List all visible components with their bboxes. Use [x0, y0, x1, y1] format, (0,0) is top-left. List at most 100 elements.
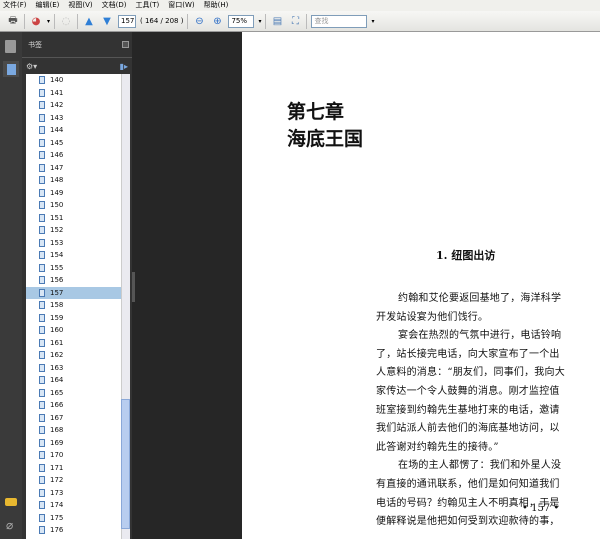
scrollbar-thumb[interactable]	[121, 399, 130, 529]
menu-edit[interactable]: 编辑(E)	[36, 0, 60, 11]
splitter-handle[interactable]	[132, 272, 135, 302]
bookmark-item[interactable]: 172	[26, 474, 130, 487]
bookmark-item[interactable]: 147	[26, 162, 130, 175]
bookmark-label: 169	[50, 438, 64, 447]
bookmark-item[interactable]: 176	[26, 524, 130, 537]
bookmark-label: 151	[50, 213, 64, 222]
collaborate-icon[interactable]: ◌	[59, 14, 73, 28]
bookmark-item[interactable]: 146	[26, 149, 130, 162]
bookmark-label: 166	[50, 401, 64, 410]
bookmark-icon	[39, 463, 45, 472]
bookmark-item[interactable]: 171	[26, 462, 130, 475]
bookmark-item[interactable]: 156	[26, 274, 130, 287]
bookmark-item[interactable]: 151	[26, 212, 130, 225]
bookmark-item[interactable]: 175	[26, 512, 130, 525]
options-gear-icon[interactable]: ⚙▾	[26, 62, 37, 71]
bookmark-icon	[39, 513, 45, 522]
body-text-line: 此答谢对约翰先生的接待。”	[376, 441, 499, 453]
menu-help[interactable]: 帮助(H)	[204, 0, 229, 11]
bookmark-item[interactable]: 155	[26, 262, 130, 275]
toolbar: 🖶 ◕ ▾ ◌ ▲ ▼ 157 ( 164 / 208 ) ⊖ ⊕ 75% ▾ ▤ …	[0, 11, 600, 32]
menu-window[interactable]: 窗口(W)	[168, 0, 194, 11]
zoom-select[interactable]: 75%	[228, 14, 255, 28]
bookmark-item[interactable]: 144	[26, 124, 130, 137]
scrollbar[interactable]	[121, 74, 130, 539]
page-number-input[interactable]: 157	[118, 14, 137, 28]
bookmark-label: 160	[50, 326, 64, 335]
bookmark-icon	[39, 476, 45, 485]
bookmark-item[interactable]: 143	[26, 112, 130, 125]
print-icon[interactable]: 🖶	[6, 14, 20, 28]
bookmark-item[interactable]: 149	[26, 187, 130, 200]
bookmark-item[interactable]: 148	[26, 174, 130, 187]
menu-bar: 文件(F) 编辑(E) 视图(V) 文档(D) 工具(T) 窗口(W) 帮助(H…	[0, 0, 600, 11]
bookmark-item[interactable]: 169	[26, 437, 130, 450]
body-text-line: 便解释说是他把如何受到欢迎款待的事，	[376, 516, 560, 528]
bookmark-item[interactable]: 145	[26, 137, 130, 150]
chevron-down-icon[interactable]: ▾	[371, 18, 374, 25]
bookmarks-icon[interactable]	[3, 61, 19, 77]
bookmark-item[interactable]: 164	[26, 374, 130, 387]
panel-options-button[interactable]	[122, 41, 129, 48]
bookmark-icon	[39, 338, 45, 347]
bookmark-item[interactable]: 170	[26, 449, 130, 462]
previous-page-icon[interactable]: ▲	[82, 14, 96, 28]
bookmark-item[interactable]: 158	[26, 299, 130, 312]
body-text-line: 开发站设宴为他们饯行。	[376, 311, 489, 323]
full-screen-icon[interactable]: ⛶	[288, 14, 302, 28]
divider	[54, 13, 56, 29]
bookmark-item[interactable]: 166	[26, 399, 130, 412]
bookmark-icon	[39, 526, 45, 535]
menu-view[interactable]: 视图(V)	[68, 0, 92, 11]
bookmark-label: 144	[50, 126, 64, 135]
next-page-icon[interactable]: ▼	[100, 14, 114, 28]
bookmark-item[interactable]: 162	[26, 349, 130, 362]
comments-icon[interactable]	[5, 498, 17, 506]
bookmark-item[interactable]: 160	[26, 324, 130, 337]
menu-file[interactable]: 文件(F)	[3, 0, 27, 11]
bookmark-icon	[39, 201, 45, 210]
bookmark-icon	[39, 263, 45, 272]
bookmark-label: 159	[50, 313, 64, 322]
chevron-down-icon[interactable]: ▾	[47, 18, 50, 25]
fit-width-icon[interactable]: ▤	[270, 14, 284, 28]
bookmark-icon	[39, 76, 45, 85]
attachments-icon[interactable]: ⌀	[6, 518, 13, 532]
pages-icon[interactable]	[5, 40, 16, 53]
bookmark-item[interactable]: 140	[26, 74, 130, 87]
document-background	[132, 32, 242, 539]
chevron-down-icon[interactable]: ▾	[258, 18, 261, 25]
bookmark-icon	[39, 176, 45, 185]
bookmark-item[interactable]: 163	[26, 362, 130, 375]
bookmark-item[interactable]: 150	[26, 199, 130, 212]
bookmark-icon	[39, 351, 45, 360]
body-text-line: 我们站派人前去他们的海底基地访问，以	[376, 423, 560, 435]
bookmark-item[interactable]: 174	[26, 499, 130, 512]
bookmark-label: 174	[50, 501, 64, 510]
bookmark-icon	[39, 226, 45, 235]
divider	[24, 13, 25, 29]
bookmark-item[interactable]: 168	[26, 424, 130, 437]
zoom-in-icon[interactable]: ⊕	[210, 14, 224, 28]
bookmark-item[interactable]: 154	[26, 249, 130, 262]
bookmark-icon	[39, 251, 45, 260]
bookmarks-panel: 书签 ⚙▾ ▮▸ 140 141 142 143 144 145 146 147 148 149 15…	[22, 32, 132, 539]
expand-bookmark-icon[interactable]: ▮▸	[120, 62, 128, 71]
bookmark-item[interactable]: 153	[26, 237, 130, 250]
bookmark-item[interactable]: 152	[26, 224, 130, 237]
bookmark-label: 155	[50, 263, 64, 272]
bookmark-item[interactable]: 159	[26, 312, 130, 325]
create-pdf-icon[interactable]: ◕	[29, 14, 43, 28]
bookmark-item[interactable]: 157	[26, 286, 130, 299]
menu-document[interactable]: 文档(D)	[102, 0, 127, 11]
zoom-out-icon[interactable]: ⊖	[192, 14, 206, 28]
bookmark-item[interactable]: 165	[26, 387, 130, 400]
bookmark-item[interactable]: 142	[26, 99, 130, 112]
bookmark-item[interactable]: 141	[26, 87, 130, 100]
menu-tools[interactable]: 工具(T)	[136, 0, 160, 11]
bookmark-item[interactable]: 167	[26, 412, 130, 425]
search-input[interactable]: 查找	[311, 14, 368, 28]
bookmark-item[interactable]: 173	[26, 487, 130, 500]
bookmark-item[interactable]: 161	[26, 337, 130, 350]
navigation-pane-bar: ⌀	[0, 32, 22, 539]
